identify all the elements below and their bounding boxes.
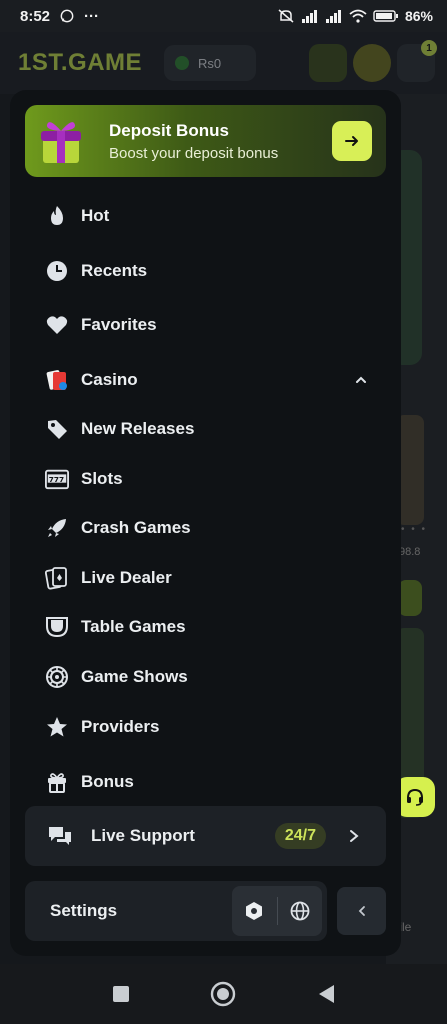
menu-item-recents[interactable]: Recents <box>25 249 386 293</box>
side-drawer: Deposit Bonus Boost your deposit bonus H… <box>10 90 401 956</box>
wheel-icon <box>46 666 68 688</box>
support-hours-badge: 24/7 <box>274 823 326 849</box>
live-support-button[interactable]: Live Support 24/7 <box>25 806 386 866</box>
menu-item-casino[interactable]: Casino <box>25 358 386 402</box>
menu-item-new-releases[interactable]: New Releases <box>25 407 386 451</box>
theme-settings-button[interactable] <box>232 886 277 936</box>
deposit-banner-subtitle: Boost your deposit bonus <box>109 144 279 162</box>
settings-label: Settings <box>50 901 118 920</box>
gift-icon <box>48 773 66 793</box>
slot-machine-icon: 777 <box>45 469 69 490</box>
heart-icon <box>46 316 68 334</box>
chevron-left-icon <box>358 906 365 916</box>
gift-button[interactable]: 1 <box>397 40 437 82</box>
recents-square-icon[interactable] <box>112 985 130 1003</box>
menu-item-live-dealer[interactable]: Live Dealer <box>25 556 386 600</box>
tag-icon <box>48 420 67 439</box>
menu-item-favorites[interactable]: Favorites <box>25 303 386 347</box>
avatar[interactable] <box>353 44 391 82</box>
menu-item-label: Recents <box>81 261 148 280</box>
menu-item-bonus[interactable]: Bonus <box>25 760 386 804</box>
mute-icon <box>278 9 294 23</box>
menu-item-game-shows[interactable]: Game Shows <box>25 655 386 699</box>
gift-box-icon <box>41 122 81 163</box>
svg-text:777: 777 <box>49 475 64 484</box>
chevron-right-icon <box>350 830 359 842</box>
settings-row: Settings <box>25 881 327 941</box>
chevron-up-icon <box>356 376 366 383</box>
arrow-right-icon <box>345 136 358 146</box>
menu-item-label: Crash Games <box>81 518 191 537</box>
globe-icon <box>290 901 310 921</box>
background-dots: • • • <box>401 524 428 535</box>
notification-badge: 1 <box>421 40 437 56</box>
rocket-icon <box>48 519 66 537</box>
collapse-drawer-button[interactable] <box>337 887 386 935</box>
background-value: 98.8 <box>399 546 421 558</box>
cards-icon <box>46 370 67 390</box>
back-triangle-icon[interactable] <box>316 983 336 1005</box>
status-more: ··· <box>84 7 100 25</box>
system-nav-bar <box>0 964 447 1024</box>
status-time: 8:52 <box>20 7 51 25</box>
signal-icon-2 <box>325 10 341 23</box>
menu-item-table-games[interactable]: Table Games <box>25 605 386 649</box>
status-bar: 8:52 ··· 86% <box>0 0 447 32</box>
chat-bubbles-icon <box>49 827 71 845</box>
battery-percent: 86% <box>404 8 433 24</box>
menu-item-label: Casino <box>81 370 138 389</box>
wifi-icon <box>349 9 367 23</box>
menu-item-label: New Releases <box>81 419 195 438</box>
deposit-arrow-button[interactable] <box>332 121 372 161</box>
app-header: 1ST.GAME Rs0 1 <box>0 32 447 94</box>
star-icon <box>47 717 67 737</box>
live-support-label: Live Support <box>91 826 195 845</box>
menu-item-label: Bonus <box>81 772 134 791</box>
menu-item-label: Hot <box>81 206 110 225</box>
table-icon <box>46 617 68 638</box>
menu-item-slots[interactable]: 777 Slots <box>25 457 386 501</box>
language-button[interactable] <box>278 886 323 936</box>
battery-icon <box>373 10 398 22</box>
background-button <box>398 580 422 616</box>
deposit-bonus-banner[interactable]: Deposit Bonus Boost your deposit bonus <box>25 105 386 177</box>
clock-icon <box>47 261 67 281</box>
hexagon-settings-icon <box>246 902 263 920</box>
menu-item-label: Slots <box>81 469 123 488</box>
menu-item-label: Table Games <box>81 617 186 636</box>
menu-item-crash-games[interactable]: Crash Games <box>25 506 386 550</box>
menu-item-providers[interactable]: Providers <box>25 705 386 749</box>
currency-flag-icon <box>175 56 190 70</box>
whatsapp-icon <box>60 9 74 23</box>
support-fab-button[interactable] <box>395 777 435 817</box>
fire-icon <box>51 206 63 225</box>
headset-icon <box>407 788 423 806</box>
menu-item-label: Game Shows <box>81 667 188 686</box>
balance-value: Rs0 <box>198 55 222 71</box>
balance-selector[interactable]: Rs0 <box>164 45 257 81</box>
wallet-button[interactable] <box>309 44 347 82</box>
app-logo: 1ST.GAME <box>18 49 143 76</box>
signal-icon <box>301 10 317 23</box>
settings-toggle-group <box>232 886 322 936</box>
home-circle-icon[interactable] <box>210 981 236 1007</box>
menu-item-label: Favorites <box>81 315 157 334</box>
playing-card-icon <box>45 567 67 590</box>
deposit-banner-title: Deposit Bonus <box>109 120 229 140</box>
menu-item-label: Live Dealer <box>81 568 172 587</box>
menu-item-label: Providers <box>81 717 160 736</box>
menu-item-hot[interactable]: Hot <box>25 194 386 238</box>
